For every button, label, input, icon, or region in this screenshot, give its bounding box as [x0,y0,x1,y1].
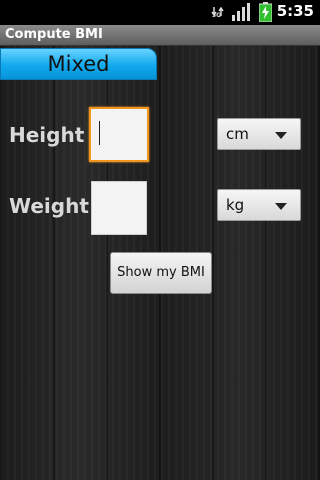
network-type-label: 3G [212,12,222,19]
main-content: Mixed Height cm Weight kg Show my BMI [0,46,320,480]
weight-label: Weight [9,194,89,218]
app-title: Compute BMI [5,27,103,42]
weight-unit-select[interactable]: kg [217,189,301,221]
chevron-down-icon [275,203,287,210]
height-unit-select[interactable]: cm [217,118,301,150]
weight-unit-value: kg [226,196,245,214]
network-3g-icon: 3G [211,2,225,22]
weight-input[interactable] [91,181,147,235]
height-unit-value: cm [226,125,249,143]
text-cursor [99,121,100,145]
clock: 5:35 [276,2,314,20]
tab-mixed-label: Mixed [47,52,110,76]
tab-mixed[interactable]: Mixed [0,48,157,80]
height-input[interactable] [89,107,149,162]
status-bar: 3G 5:35 [0,0,320,25]
height-label: Height [9,123,85,147]
battery-charging-icon [258,2,273,26]
chevron-down-icon [275,132,287,139]
show-bmi-button[interactable]: Show my BMI [110,252,212,294]
signal-strength-icon [232,3,252,25]
app-title-bar: Compute BMI [0,25,320,46]
